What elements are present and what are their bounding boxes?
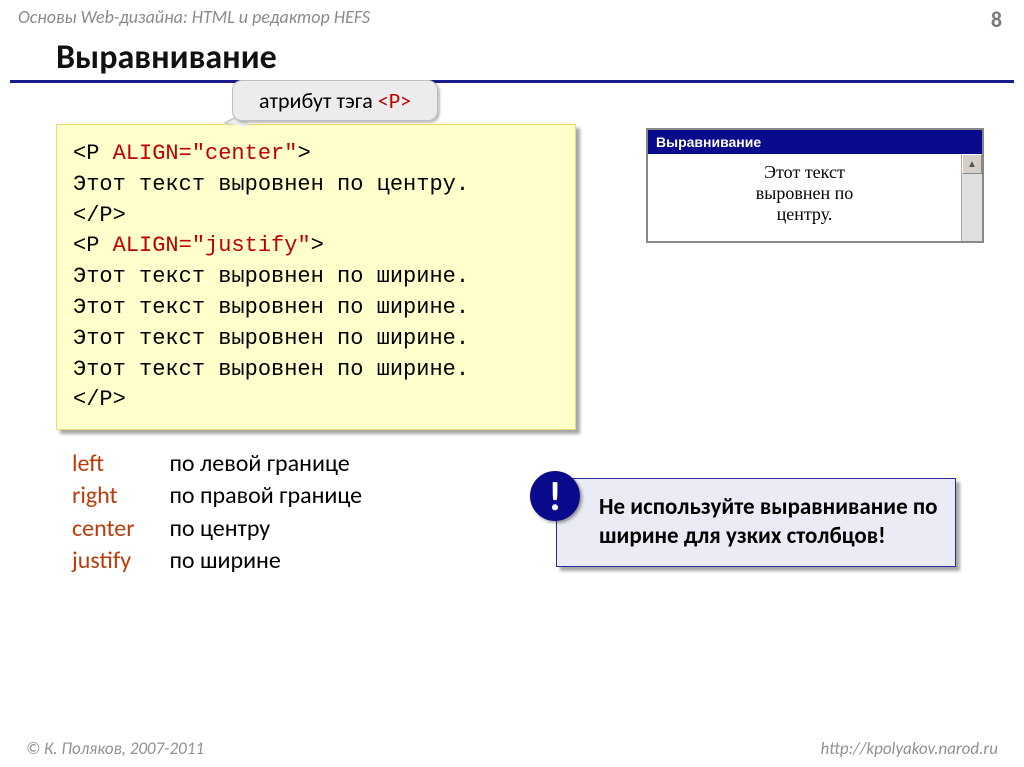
code-text: > bbox=[311, 233, 324, 258]
list-item: right по правой границе bbox=[72, 480, 362, 512]
align-desc: по центру bbox=[169, 514, 270, 543]
code-text: <P bbox=[73, 233, 113, 258]
code-text: > bbox=[297, 141, 310, 166]
footer-url: http://kpolyakov.narod.ru bbox=[821, 738, 998, 759]
page-number: 8 bbox=[991, 6, 1002, 33]
slide-footer: © К. Поляков, 2007-2011 http://kpolyakov… bbox=[0, 738, 1024, 759]
callout-tag: <P> bbox=[378, 87, 411, 114]
window-titlebar: Выравнивание bbox=[648, 130, 982, 154]
align-keyword: justify bbox=[72, 545, 164, 577]
warning-box: Не используйте выравнивание по ширине дл… bbox=[556, 478, 956, 567]
code-line: Этот текст выровнен по ширине. bbox=[73, 293, 559, 324]
copyright: © К. Поляков, 2007-2011 bbox=[26, 738, 204, 759]
code-text: <P bbox=[73, 141, 113, 166]
code-line: Этот текст выровнен по ширине. bbox=[73, 324, 559, 355]
callout-text: атрибут тэга bbox=[259, 87, 378, 114]
browser-result-window: Выравнивание Этот текст выровнен по цент… bbox=[646, 128, 984, 243]
list-item: center по центру bbox=[72, 513, 362, 545]
code-line: </P> bbox=[73, 201, 559, 232]
code-example-box: <P ALIGN="center"> Этот текст выровнен п… bbox=[56, 124, 576, 430]
code-line: Этот текст выровнен по ширине. bbox=[73, 262, 559, 293]
code-line: Этот текст выровнен по центру. bbox=[73, 170, 559, 201]
rendered-content: Этот текст выровнен по центру. bbox=[648, 154, 961, 241]
scroll-up-button[interactable]: ▲ bbox=[962, 154, 982, 174]
align-keyword: right bbox=[72, 480, 164, 512]
code-line: <P ALIGN="justify"> bbox=[73, 231, 559, 262]
scroll-track[interactable] bbox=[962, 174, 982, 241]
scrollbar-vertical[interactable]: ▲ bbox=[961, 154, 982, 241]
window-body: Этот текст выровнен по центру. ▲ bbox=[648, 154, 982, 241]
align-desc: по левой границе bbox=[169, 449, 349, 478]
callout-attribute-hint: атрибут тэга <P> bbox=[232, 80, 438, 121]
code-line: </P> bbox=[73, 385, 559, 416]
slide-header: Основы Web-дизайна: HTML и редактор HEFS… bbox=[0, 0, 1024, 33]
code-line: Этот текст выровнен по ширине. bbox=[73, 355, 559, 386]
align-keyword: center bbox=[72, 513, 164, 545]
code-attr: ALIGN="justify" bbox=[113, 233, 311, 258]
subject-line: Основы Web-дизайна: HTML и редактор HEFS bbox=[18, 6, 370, 28]
slide-title: Выравнивание bbox=[56, 37, 1024, 78]
result-line: выровнен по bbox=[660, 183, 949, 204]
list-item: justify по ширине bbox=[72, 545, 362, 577]
align-desc: по ширине bbox=[169, 546, 280, 575]
warning-icon: ! bbox=[530, 471, 580, 521]
align-keyword: left bbox=[72, 448, 164, 480]
list-item: left по левой границе bbox=[72, 448, 362, 480]
result-line: Этот текст bbox=[660, 162, 949, 183]
code-line: <P ALIGN="center"> bbox=[73, 139, 559, 170]
result-line: центру. bbox=[660, 204, 949, 225]
code-attr: ALIGN="center" bbox=[113, 141, 298, 166]
align-values-list: left по левой границе right по правой гр… bbox=[72, 448, 362, 578]
title-underline bbox=[10, 80, 1014, 83]
slide: Основы Web-дизайна: HTML и редактор HEFS… bbox=[0, 0, 1024, 767]
align-desc: по правой границе bbox=[169, 481, 362, 510]
